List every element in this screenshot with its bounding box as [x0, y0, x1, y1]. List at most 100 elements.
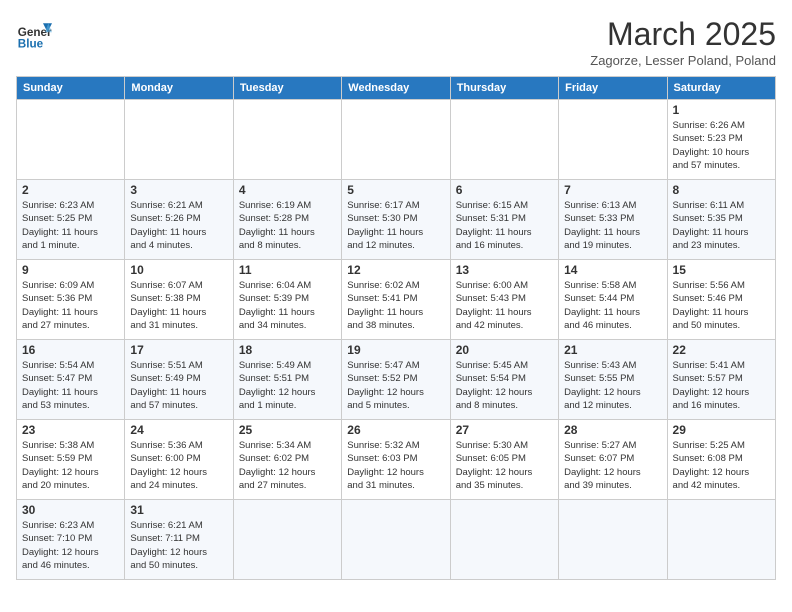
day-number: 1 [673, 103, 770, 117]
calendar-table: SundayMondayTuesdayWednesdayThursdayFrid… [16, 76, 776, 580]
calendar-cell: 30 Sunrise: 6:23 AMSunset: 7:10 PMDayligh… [17, 500, 125, 580]
location-subtitle: Zagorze, Lesser Poland, Poland [590, 53, 776, 68]
weekday-header-row: SundayMondayTuesdayWednesdayThursdayFrid… [17, 77, 776, 100]
weekday-header-sunday: Sunday [17, 77, 125, 100]
calendar-cell [450, 500, 558, 580]
calendar-cell [125, 100, 233, 180]
day-number: 24 [130, 423, 227, 437]
day-info: Sunrise: 5:47 AMSunset: 5:52 PMDaylight:… [347, 359, 444, 412]
day-number: 20 [456, 343, 553, 357]
calendar-cell [559, 500, 667, 580]
day-number: 8 [673, 183, 770, 197]
day-number: 15 [673, 263, 770, 277]
day-number: 13 [456, 263, 553, 277]
day-info: Sunrise: 5:38 AMSunset: 5:59 PMDaylight:… [22, 439, 119, 492]
title-block: March 2025 Zagorze, Lesser Poland, Polan… [590, 16, 776, 68]
weekday-header-saturday: Saturday [667, 77, 775, 100]
calendar-cell: 11 Sunrise: 6:04 AMSunset: 5:39 PMDayligh… [233, 260, 341, 340]
calendar-week-3: 9Sunrise: 6:09 AMSunset: 5:36 PMDaylight… [17, 260, 776, 340]
day-number: 6 [456, 183, 553, 197]
calendar-cell: 31 Sunrise: 6:21 AMSunset: 7:11 PMDayligh… [125, 500, 233, 580]
day-number: 16 [22, 343, 119, 357]
weekday-header-wednesday: Wednesday [342, 77, 450, 100]
day-number: 31 [130, 503, 227, 517]
logo: General Blue [16, 16, 52, 52]
page-header: General Blue March 2025 Zagorze, Lesser … [16, 16, 776, 68]
day-number: 3 [130, 183, 227, 197]
calendar-week-2: 2Sunrise: 6:23 AMSunset: 5:25 PMDaylight… [17, 180, 776, 260]
day-number: 21 [564, 343, 661, 357]
calendar-cell: 1 Sunrise: 6:26 AMSunset: 5:23 PMDaylight… [667, 100, 775, 180]
weekday-header-thursday: Thursday [450, 77, 558, 100]
calendar-cell [667, 500, 775, 580]
day-info: Sunrise: 5:56 AMSunset: 5:46 PMDaylight:… [673, 279, 770, 332]
calendar-cell: 2Sunrise: 6:23 AMSunset: 5:25 PMDaylight… [17, 180, 125, 260]
day-info: Sunrise: 6:17 AMSunset: 5:30 PMDaylight:… [347, 199, 444, 252]
calendar-cell: 25 Sunrise: 5:34 AMSunset: 6:02 PMDayligh… [233, 420, 341, 500]
day-info: Sunrise: 6:13 AMSunset: 5:33 PMDaylight:… [564, 199, 661, 252]
day-info: Sunrise: 6:04 AMSunset: 5:39 PMDaylight:… [239, 279, 336, 332]
calendar-cell [233, 500, 341, 580]
day-number: 7 [564, 183, 661, 197]
day-number: 27 [456, 423, 553, 437]
calendar-week-1: 1 Sunrise: 6:26 AMSunset: 5:23 PMDaylight… [17, 100, 776, 180]
day-info: Sunrise: 5:30 AMSunset: 6:05 PMDaylight:… [456, 439, 553, 492]
calendar-cell: 3 Sunrise: 6:21 AMSunset: 5:26 PMDaylight… [125, 180, 233, 260]
day-number: 5 [347, 183, 444, 197]
day-number: 28 [564, 423, 661, 437]
day-number: 11 [239, 263, 336, 277]
calendar-cell: 28 Sunrise: 5:27 AMSunset: 6:07 PMDayligh… [559, 420, 667, 500]
day-info: Sunrise: 6:21 AMSunset: 5:26 PMDaylight:… [130, 199, 227, 252]
weekday-header-monday: Monday [125, 77, 233, 100]
calendar-cell: 20 Sunrise: 5:45 AMSunset: 5:54 PMDayligh… [450, 340, 558, 420]
day-info: Sunrise: 5:34 AMSunset: 6:02 PMDaylight:… [239, 439, 336, 492]
day-info: Sunrise: 6:26 AMSunset: 5:23 PMDaylight:… [673, 119, 770, 172]
weekday-header-tuesday: Tuesday [233, 77, 341, 100]
day-number: 25 [239, 423, 336, 437]
month-title: March 2025 [590, 16, 776, 53]
calendar-cell: 12Sunrise: 6:02 AMSunset: 5:41 PMDayligh… [342, 260, 450, 340]
calendar-cell: 23 Sunrise: 5:38 AMSunset: 5:59 PMDayligh… [17, 420, 125, 500]
day-number: 9 [22, 263, 119, 277]
calendar-cell: 14Sunrise: 5:58 AMSunset: 5:44 PMDayligh… [559, 260, 667, 340]
day-info: Sunrise: 5:27 AMSunset: 6:07 PMDaylight:… [564, 439, 661, 492]
day-number: 10 [130, 263, 227, 277]
day-number: 22 [673, 343, 770, 357]
calendar-cell [450, 100, 558, 180]
calendar-cell: 17Sunrise: 5:51 AMSunset: 5:49 PMDayligh… [125, 340, 233, 420]
calendar-cell: 27 Sunrise: 5:30 AMSunset: 6:05 PMDayligh… [450, 420, 558, 500]
day-number: 23 [22, 423, 119, 437]
day-number: 12 [347, 263, 444, 277]
calendar-cell: 6 Sunrise: 6:15 AMSunset: 5:31 PMDaylight… [450, 180, 558, 260]
day-info: Sunrise: 5:45 AMSunset: 5:54 PMDaylight:… [456, 359, 553, 412]
calendar-cell: 19 Sunrise: 5:47 AMSunset: 5:52 PMDayligh… [342, 340, 450, 420]
calendar-cell: 7 Sunrise: 6:13 AMSunset: 5:33 PMDaylight… [559, 180, 667, 260]
calendar-cell: 5 Sunrise: 6:17 AMSunset: 5:30 PMDaylight… [342, 180, 450, 260]
logo-icon: General Blue [16, 16, 52, 52]
calendar-cell [342, 500, 450, 580]
calendar-cell: 24 Sunrise: 5:36 AMSunset: 6:00 PMDayligh… [125, 420, 233, 500]
calendar-cell [17, 100, 125, 180]
day-info: Sunrise: 6:23 AMSunset: 7:10 PMDaylight:… [22, 519, 119, 572]
calendar-cell: 22 Sunrise: 5:41 AMSunset: 5:57 PMDayligh… [667, 340, 775, 420]
calendar-week-4: 16Sunrise: 5:54 AMSunset: 5:47 PMDayligh… [17, 340, 776, 420]
day-info: Sunrise: 6:21 AMSunset: 7:11 PMDaylight:… [130, 519, 227, 572]
calendar-cell: 10Sunrise: 6:07 AMSunset: 5:38 PMDayligh… [125, 260, 233, 340]
day-number: 4 [239, 183, 336, 197]
day-number: 26 [347, 423, 444, 437]
day-info: Sunrise: 6:15 AMSunset: 5:31 PMDaylight:… [456, 199, 553, 252]
calendar-cell: 18Sunrise: 5:49 AMSunset: 5:51 PMDayligh… [233, 340, 341, 420]
day-number: 30 [22, 503, 119, 517]
day-info: Sunrise: 6:00 AMSunset: 5:43 PMDaylight:… [456, 279, 553, 332]
day-info: Sunrise: 5:32 AMSunset: 6:03 PMDaylight:… [347, 439, 444, 492]
day-number: 14 [564, 263, 661, 277]
day-info: Sunrise: 5:25 AMSunset: 6:08 PMDaylight:… [673, 439, 770, 492]
calendar-cell: 8Sunrise: 6:11 AMSunset: 5:35 PMDaylight… [667, 180, 775, 260]
svg-text:Blue: Blue [18, 38, 44, 51]
day-info: Sunrise: 5:36 AMSunset: 6:00 PMDaylight:… [130, 439, 227, 492]
day-number: 19 [347, 343, 444, 357]
calendar-cell: 21Sunrise: 5:43 AMSunset: 5:55 PMDayligh… [559, 340, 667, 420]
calendar-week-6: 30 Sunrise: 6:23 AMSunset: 7:10 PMDayligh… [17, 500, 776, 580]
day-info: Sunrise: 5:41 AMSunset: 5:57 PMDaylight:… [673, 359, 770, 412]
calendar-cell: 9Sunrise: 6:09 AMSunset: 5:36 PMDaylight… [17, 260, 125, 340]
